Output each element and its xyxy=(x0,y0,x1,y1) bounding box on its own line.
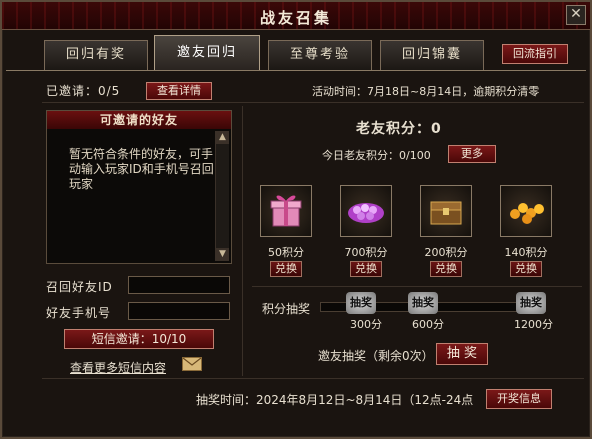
invited-count: 已邀请：0/5 xyxy=(46,84,121,98)
today-points: 今日老友积分：0/100 xyxy=(322,149,431,162)
invitable-friends-panel: 可邀请的好友 暂无符合条件的好友，可手动输入玩家ID和手机号召回玩家 ▲ ▼ xyxy=(46,110,232,264)
footer-divider xyxy=(42,378,584,379)
reward-cost: 140积分 xyxy=(504,246,548,259)
purple-pearls-icon[interactable] xyxy=(340,185,392,237)
sms-invite-button[interactable]: 短信邀请：10/10 xyxy=(64,329,214,349)
lottery-score: 300分 xyxy=(350,318,382,331)
close-button[interactable]: ✕ xyxy=(566,5,586,25)
title-bar: 战友召集 ✕ xyxy=(2,2,590,30)
envelope-icon[interactable] xyxy=(182,357,202,371)
exchange-button[interactable]: 兑换 xyxy=(510,261,542,277)
draw-time: 抽奖时间：2024年8月12日~8月14日（12点-24点 xyxy=(196,393,474,407)
recall-id-input[interactable] xyxy=(128,276,230,294)
exchange-button[interactable]: 兑换 xyxy=(430,261,462,277)
reward-cost: 700积分 xyxy=(344,246,388,259)
lottery-marker[interactable]: 抽奖 xyxy=(346,292,376,314)
gift-box-icon[interactable] xyxy=(260,185,312,237)
game-window: 战友召集 ✕ 回归有奖 邀友回归 至尊考验 回归锦囊 回流指引 已邀请：0/5 … xyxy=(0,0,592,439)
more-sms-link[interactable]: 查看更多短信内容 xyxy=(70,359,166,376)
return-guide-button[interactable]: 回流指引 xyxy=(502,44,568,64)
draw-button[interactable]: 抽 奖 xyxy=(436,343,488,365)
recall-id-label: 召回好友ID xyxy=(46,280,113,294)
rewards-divider xyxy=(252,286,582,287)
lottery-score: 600分 xyxy=(412,318,444,331)
row-divider xyxy=(42,102,584,103)
reward-cost: 50积分 xyxy=(268,246,304,259)
prize-info-button[interactable]: 开奖信息 xyxy=(486,389,552,409)
view-details-button[interactable]: 查看详情 xyxy=(146,82,212,100)
more-points-button[interactable]: 更多 xyxy=(448,145,496,163)
activity-time: 活动时间：7月18日~8月14日，逾期积分清零 xyxy=(312,85,540,98)
window-title: 战友召集 xyxy=(259,9,332,27)
tab-supreme-trial[interactable]: 至尊考验 xyxy=(268,40,372,70)
invitable-friends-title: 可邀请的好友 xyxy=(47,111,231,129)
reward-cost: 200积分 xyxy=(424,246,468,259)
lottery-score: 1200分 xyxy=(514,318,553,331)
exchange-button[interactable]: 兑换 xyxy=(270,261,302,277)
phone-label: 好友手机号 xyxy=(46,306,112,320)
empty-friends-text: 暂无符合条件的好友，可手动输入玩家ID和手机号召回玩家 xyxy=(69,147,214,191)
invite-lottery-label: 邀友抽奖（剩余0次） xyxy=(318,349,434,363)
scroll-down-icon[interactable]: ▼ xyxy=(216,248,229,261)
points-lottery-label: 积分抽奖 xyxy=(262,302,311,316)
gold-coins-icon[interactable] xyxy=(500,185,552,237)
tab-divider xyxy=(6,70,586,71)
scroll-up-icon[interactable]: ▲ xyxy=(216,131,229,144)
column-divider xyxy=(242,106,243,376)
friends-scrollbar[interactable]: ▲ ▼ xyxy=(215,131,229,261)
old-friend-points: 老友积分：0 xyxy=(356,121,442,137)
phone-input[interactable] xyxy=(128,302,230,320)
tab-invite-friends[interactable]: 邀友回归 xyxy=(154,35,260,70)
lottery-marker[interactable]: 抽奖 xyxy=(408,292,438,314)
treasure-chest-icon[interactable] xyxy=(420,185,472,237)
exchange-button[interactable]: 兑换 xyxy=(350,261,382,277)
lottery-marker[interactable]: 抽奖 xyxy=(516,292,546,314)
tab-return-tips[interactable]: 回归锦囊 xyxy=(380,40,484,70)
tab-return-rewards[interactable]: 回归有奖 xyxy=(44,40,148,70)
